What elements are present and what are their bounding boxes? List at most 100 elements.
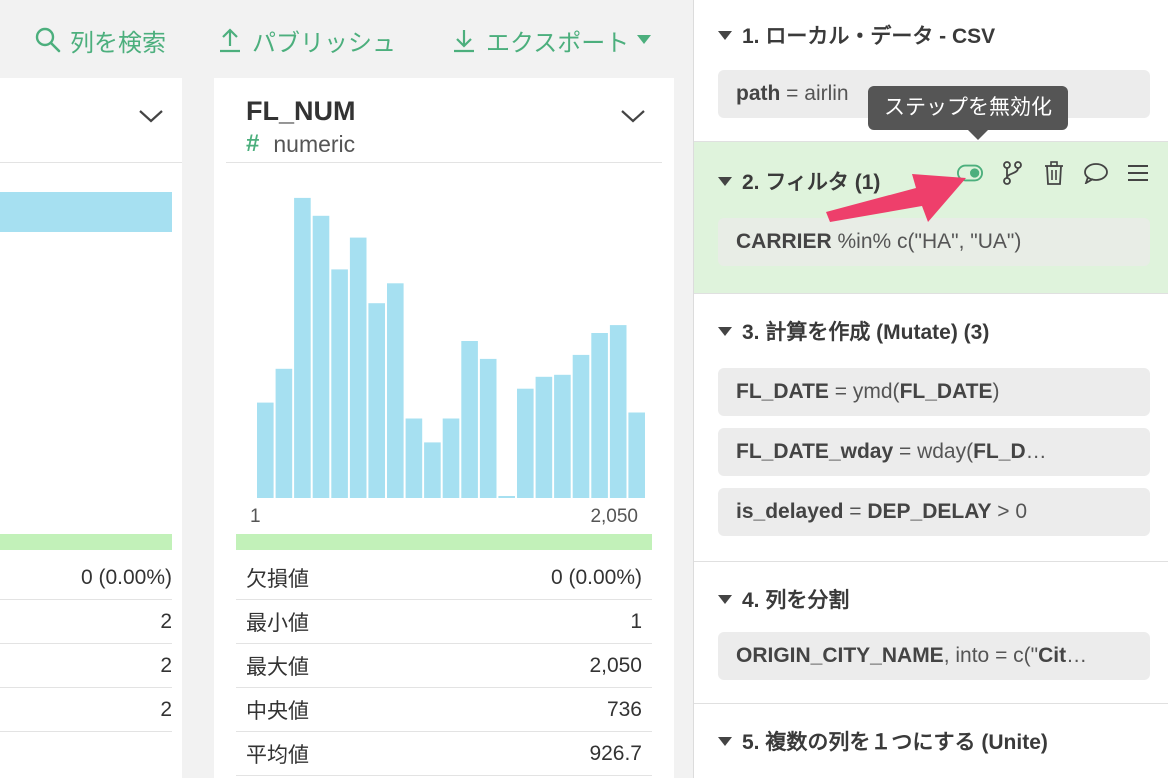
step-title[interactable]: 5. 複数の列を１つにする (Unite) xyxy=(718,726,1048,756)
step-title[interactable]: 4. 列を分割 xyxy=(718,584,849,614)
stat-label: 最小値 xyxy=(246,611,309,635)
histogram-bar[interactable] xyxy=(609,325,627,498)
upload-icon xyxy=(220,28,240,53)
step-actions xyxy=(957,160,1151,186)
command-text: = wday( xyxy=(893,440,974,463)
stat-label: 欠損値 xyxy=(246,567,309,591)
chevron-down-icon[interactable] xyxy=(620,108,646,124)
command-key: FL_DATE_wday xyxy=(736,440,894,463)
histogram-axis-min: 1 xyxy=(250,506,261,527)
command-text: … xyxy=(1025,440,1047,463)
histogram-chart[interactable] xyxy=(236,178,662,498)
histogram-bar[interactable] xyxy=(257,402,274,498)
histogram-bar[interactable] xyxy=(554,374,571,498)
histogram-bar[interactable] xyxy=(572,354,590,498)
histogram-bar[interactable] xyxy=(312,215,330,498)
command-text: ) xyxy=(992,380,1000,403)
step-command[interactable]: ORIGIN_CITY_NAME, into = c("Cit… xyxy=(718,632,1150,680)
histogram-bar[interactable] xyxy=(424,442,441,498)
step-4[interactable]: 4. 列を分割 ORIGIN_CITY_NAME, into = c("Cit… xyxy=(694,562,1168,704)
step-command[interactable]: FL_DATE_wday = wday(FL_D… xyxy=(718,428,1150,476)
histogram-bar[interactable] xyxy=(461,341,478,498)
step-title[interactable]: 1. ローカル・データ - CSV xyxy=(718,20,995,50)
menu-icon[interactable] xyxy=(1125,160,1151,186)
step-title-label: 1. ローカル・データ - CSV xyxy=(742,25,996,48)
collapse-triangle-icon[interactable] xyxy=(718,736,732,746)
step-title-label: 5. 複数の列を１つにする (Unite) xyxy=(742,731,1048,754)
column-type: # numeric xyxy=(246,130,355,158)
histogram-bar[interactable] xyxy=(331,269,348,498)
valid-values-bar xyxy=(0,534,172,550)
stat-value: 2 xyxy=(0,644,172,688)
step-title[interactable]: 3. 計算を作成 (Mutate) (3) xyxy=(718,316,989,346)
chevron-down-icon[interactable] xyxy=(138,108,164,124)
command-key: Cit xyxy=(1038,644,1067,667)
tooltip: ステップを無効化 xyxy=(868,86,1068,140)
publish-button[interactable]: パブリッシュ xyxy=(216,22,396,58)
command-text: , into = c(" xyxy=(943,644,1039,667)
histogram-bar[interactable] xyxy=(387,283,404,498)
step-command[interactable]: FL_DATE = ymd(FL_DATE) xyxy=(718,368,1150,416)
command-rest: = airlin xyxy=(780,82,849,105)
search-columns-button[interactable]: 列を検索 xyxy=(34,22,166,58)
histogram-bar[interactable] xyxy=(275,368,293,498)
histogram-bar xyxy=(0,192,172,232)
histogram-bar[interactable] xyxy=(517,388,534,498)
branch-icon[interactable] xyxy=(999,160,1025,186)
stat-value: 736 xyxy=(606,697,642,721)
stat-label: 中央値 xyxy=(246,699,309,723)
histogram-axis-max: 2,050 xyxy=(590,506,638,527)
command-text: … xyxy=(1066,644,1088,667)
histogram-bar[interactable] xyxy=(349,237,367,498)
stat-row-max: 最大値 2,050 xyxy=(236,644,652,688)
stat-value: 0 (0.00%) xyxy=(0,556,172,600)
histogram-bar[interactable] xyxy=(368,303,385,498)
histogram-bar[interactable] xyxy=(498,496,515,498)
command-key: is_delayed xyxy=(736,500,844,523)
stat-value: 926.7 xyxy=(589,741,642,765)
comment-icon[interactable] xyxy=(1083,160,1109,186)
export-label: エクスポート xyxy=(486,29,630,57)
histogram-bar[interactable] xyxy=(479,358,497,498)
command-text: = ymd( xyxy=(828,380,900,403)
collapse-triangle-icon[interactable] xyxy=(718,326,732,336)
command-key: DEP_DELAY xyxy=(867,500,992,523)
step-command[interactable]: is_delayed = DEP_DELAY > 0 xyxy=(718,488,1150,536)
stat-row-mean: 平均値 926.7 xyxy=(236,732,652,776)
search-icon xyxy=(35,27,61,53)
step-3[interactable]: 3. 計算を作成 (Mutate) (3) FL_DATE = ymd(FL_D… xyxy=(694,294,1168,562)
collapse-triangle-icon[interactable] xyxy=(718,30,732,40)
trash-icon[interactable] xyxy=(1041,160,1067,186)
histogram-bar[interactable] xyxy=(591,333,608,498)
valid-values-bar xyxy=(236,534,652,550)
numeric-type-icon: # xyxy=(246,130,260,157)
divider xyxy=(0,162,182,163)
download-icon xyxy=(454,30,474,53)
histogram-bar[interactable] xyxy=(405,418,423,499)
histogram-bar[interactable] xyxy=(294,197,311,498)
command-rest: %in% c("HA", "UA") xyxy=(831,230,1022,253)
column-type-label: numeric xyxy=(273,130,356,157)
command-key: ORIGIN_CITY_NAME xyxy=(736,644,944,667)
command-key: path xyxy=(736,82,781,105)
publish-label: パブリッシュ xyxy=(252,29,396,57)
collapse-triangle-icon[interactable] xyxy=(718,176,732,186)
caret-down-icon xyxy=(637,35,652,44)
step-title-label: 4. 列を分割 xyxy=(742,589,850,612)
toolbar: 列を検索 パブリッシュ エクスポート xyxy=(0,0,693,78)
stat-row-median: 中央値 736 xyxy=(236,688,652,732)
histogram-bar[interactable] xyxy=(535,376,553,498)
command-text: = xyxy=(843,500,868,523)
histogram-bar[interactable] xyxy=(442,418,460,499)
collapse-triangle-icon[interactable] xyxy=(718,594,732,604)
stat-value: 1 xyxy=(630,609,642,633)
histogram-bar[interactable] xyxy=(628,412,645,499)
command-key: FL_D xyxy=(973,440,1026,463)
export-button[interactable]: エクスポート xyxy=(450,22,652,58)
stat-row-min: 最小値 1 xyxy=(236,600,652,644)
command-key: FL_DATE xyxy=(736,380,829,403)
step-5[interactable]: 5. 複数の列を１つにする (Unite) xyxy=(694,704,1168,778)
annotation-arrow xyxy=(826,174,966,222)
search-columns-label: 列を検索 xyxy=(70,29,166,57)
command-text: > 0 xyxy=(991,500,1028,523)
